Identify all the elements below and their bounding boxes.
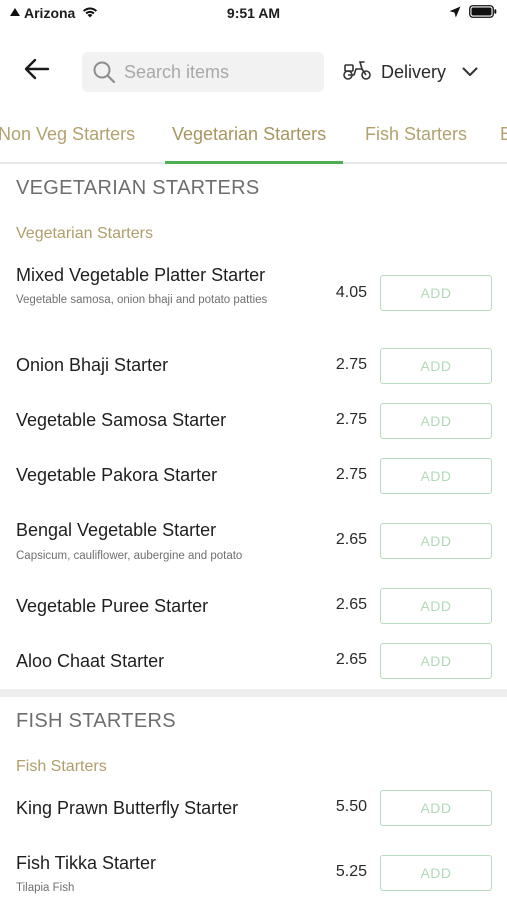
item-name: Bengal Vegetable Starter bbox=[16, 520, 217, 540]
item-price: 2.65 bbox=[335, 596, 367, 613]
item-price: 2.75 bbox=[335, 411, 367, 428]
section-heading-vegetarian: VEGETARIAN STARTERS bbox=[16, 177, 260, 199]
tab-fish-starters[interactable]: Fish Starters bbox=[365, 124, 467, 145]
item-description: Capsicum, cauliflower, aubergine and pot… bbox=[16, 550, 243, 562]
add-button[interactable]: ADD bbox=[380, 458, 492, 494]
delivery-selector[interactable]: Delivery bbox=[342, 58, 478, 86]
status-right bbox=[449, 5, 497, 23]
search-icon bbox=[92, 60, 116, 84]
tab-non-veg-starters[interactable]: Non Veg Starters bbox=[0, 124, 135, 145]
tab-vegetarian-starters[interactable]: Vegetarian Starters bbox=[172, 124, 326, 145]
item-price: 2.65 bbox=[335, 531, 367, 548]
category-tabs: Non Veg Starters Vegetarian Starters Fis… bbox=[0, 112, 507, 164]
item-price: 5.50 bbox=[335, 798, 367, 815]
active-tab-indicator bbox=[165, 161, 343, 164]
add-button[interactable]: ADD bbox=[380, 403, 492, 439]
add-button[interactable]: ADD bbox=[380, 588, 492, 624]
tab-next-category[interactable]: B bbox=[500, 124, 507, 145]
search-bar[interactable] bbox=[82, 52, 324, 92]
delivery-label: Delivery bbox=[381, 61, 447, 82]
item-price: 2.75 bbox=[335, 466, 367, 483]
item-price: 2.65 bbox=[335, 651, 367, 668]
item-name: Fish Tikka Starter bbox=[16, 853, 157, 873]
header-bar: Delivery bbox=[0, 50, 507, 92]
item-price: 5.25 bbox=[335, 863, 367, 880]
item-price: 4.05 bbox=[335, 284, 367, 301]
item-name: Vegetable Pakora Starter bbox=[16, 465, 218, 485]
item-description: Tilapia Fish bbox=[16, 882, 75, 894]
subheading-vegetarian: Vegetarian Starters bbox=[16, 225, 153, 242]
item-name: Aloo Chaat Starter bbox=[16, 651, 165, 671]
item-description: Vegetable samosa, onion bhaji and potato… bbox=[16, 294, 268, 306]
status-time: 9:51 AM bbox=[226, 5, 281, 21]
add-button[interactable]: ADD bbox=[380, 643, 492, 679]
section-heading-fish: FISH STARTERS bbox=[16, 710, 176, 732]
battery-icon bbox=[469, 5, 497, 23]
item-name: Vegetable Samosa Starter bbox=[16, 410, 227, 430]
item-name: King Prawn Butterfly Starter bbox=[16, 798, 239, 818]
back-button[interactable] bbox=[22, 56, 52, 86]
item-name: Mixed Vegetable Platter Starter bbox=[16, 265, 266, 285]
item-name: Vegetable Puree Starter bbox=[16, 596, 209, 616]
item-price: 2.75 bbox=[335, 356, 367, 373]
add-button[interactable]: ADD bbox=[380, 523, 492, 559]
chevron-down-icon bbox=[462, 67, 478, 77]
back-arrow-icon bbox=[24, 58, 50, 85]
status-bar: Arizona 9:51 AM bbox=[0, 0, 507, 28]
add-button[interactable]: ADD bbox=[380, 348, 492, 384]
add-button[interactable]: ADD bbox=[380, 790, 492, 826]
location-arrow-icon bbox=[449, 5, 461, 23]
section-divider bbox=[0, 689, 507, 697]
subheading-fish: Fish Starters bbox=[16, 758, 107, 775]
add-button[interactable]: ADD bbox=[380, 855, 492, 891]
search-input[interactable] bbox=[124, 61, 304, 83]
item-name: Onion Bhaji Starter bbox=[16, 355, 169, 375]
add-button[interactable]: ADD bbox=[380, 275, 492, 311]
app-root: Arizona 9:51 AM Search items Delivery No… bbox=[0, 0, 507, 900]
scooter-icon bbox=[342, 59, 372, 86]
